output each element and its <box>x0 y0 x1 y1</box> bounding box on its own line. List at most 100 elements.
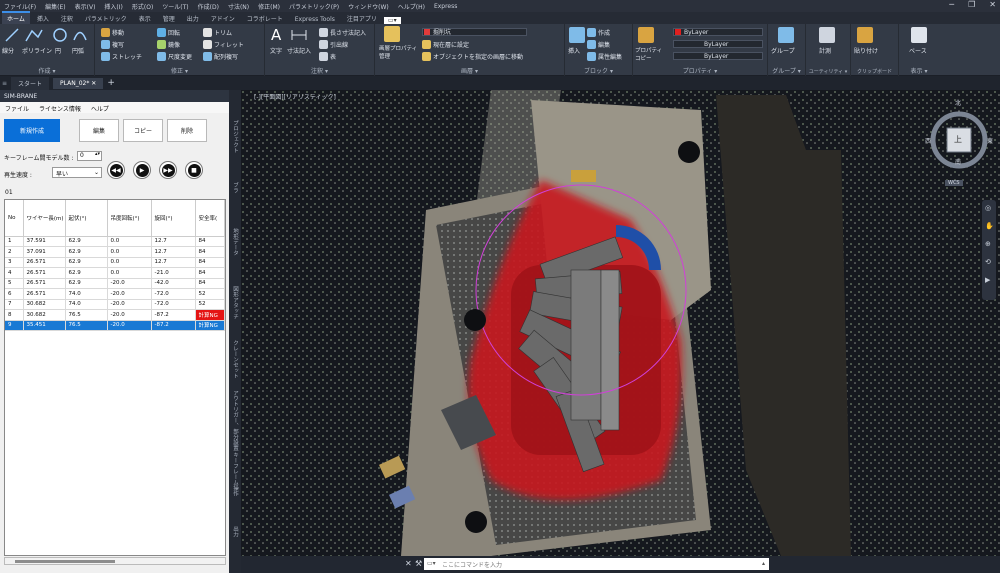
showmotion-icon[interactable]: ▶ <box>985 276 990 284</box>
table-cell[interactable]: 62.9 <box>65 278 108 289</box>
circle-icon[interactable] <box>52 27 68 43</box>
set-current-button[interactable]: 現在層に設定 <box>422 40 469 49</box>
table-cell[interactable]: 9 <box>5 320 24 331</box>
color-dropdown[interactable]: ByLayer <box>673 28 763 36</box>
wcs-menu[interactable]: WCS <box>945 180 963 186</box>
table-cell[interactable]: 4 <box>5 267 24 279</box>
palette-tab-attach[interactable]: 図形アタッチ <box>231 286 239 319</box>
polyline-button[interactable]: ポリライン <box>22 46 52 55</box>
dimension-button[interactable]: 寸法記入 <box>287 46 311 55</box>
grid-scrollbar[interactable] <box>4 557 226 565</box>
mirror-button[interactable]: 鏡像 <box>157 40 180 49</box>
palette-tab-output[interactable]: 出力 <box>231 526 239 537</box>
new-button[interactable]: 新規作成 <box>4 119 60 142</box>
table-cell[interactable]: 52 <box>195 288 225 300</box>
cube-south[interactable]: 南 <box>955 157 961 166</box>
col-safety[interactable]: 安全率( <box>195 200 225 237</box>
keyframe-stepper[interactable]: 0 ▴▾ <box>77 151 102 161</box>
table-cell[interactable]: 3 <box>5 257 24 268</box>
polyline-icon[interactable] <box>24 27 44 43</box>
col-wire[interactable]: ワイヤー長(m) <box>23 200 66 237</box>
orbit-icon[interactable]: ⟲ <box>985 258 991 266</box>
layer-properties-button[interactable]: 画層プロパティ管理 <box>379 44 419 60</box>
table-cell[interactable]: 12.7 <box>151 236 196 247</box>
menu-view[interactable]: 表示(V) <box>75 2 96 11</box>
tab-view[interactable]: 表示 <box>134 13 156 24</box>
view-cube[interactable]: 上 北 南 東 西 WCS <box>925 100 997 190</box>
restore-icon[interactable]: ❐ <box>968 0 975 9</box>
table-cell[interactable]: -87.2 <box>151 309 196 321</box>
command-expand-icon[interactable]: ▴ <box>762 560 765 567</box>
rewind-button[interactable]: ◀◀ <box>107 161 125 179</box>
stop-button[interactable]: ■ <box>185 161 203 179</box>
text-icon[interactable]: A <box>271 26 281 44</box>
table-cell[interactable]: 76.5 <box>65 320 108 331</box>
table-cell[interactable]: 30.682 <box>23 309 66 321</box>
tab-plan-02[interactable]: PLAN_02* ✕ <box>53 77 104 89</box>
panel-groups-label[interactable]: グループ ▾ <box>768 66 805 75</box>
paste-icon[interactable] <box>857 27 873 43</box>
layer-properties-icon[interactable] <box>384 26 400 42</box>
tab-insert[interactable]: 挿入 <box>32 13 54 24</box>
edit-button[interactable]: 編集 <box>79 119 119 142</box>
linear-dim-button[interactable]: 長さ寸法記入 <box>319 28 366 37</box>
table-cell[interactable]: 7 <box>5 299 24 310</box>
table-cell[interactable]: 62.9 <box>65 236 108 247</box>
base-view-button[interactable]: ベース <box>909 46 927 55</box>
base-view-icon[interactable] <box>911 27 927 43</box>
group-button[interactable]: グループ <box>771 46 795 55</box>
panel-modify-label[interactable]: 修正 ▾ <box>95 66 264 75</box>
table-cell[interactable]: 6 <box>5 288 24 300</box>
menu-help[interactable]: ヘルプ(H) <box>398 2 425 11</box>
trim-button[interactable]: トリム <box>203 28 232 37</box>
table-cell[interactable]: 0.0 <box>107 246 152 258</box>
arc-button[interactable]: 円弧 <box>72 46 84 55</box>
array-button[interactable]: 配列複写 <box>203 52 238 61</box>
menu-dimension[interactable]: 寸法(N) <box>228 2 249 11</box>
line-icon[interactable] <box>4 27 20 43</box>
table-cell[interactable]: 37.091 <box>23 246 66 258</box>
rotate-button[interactable]: 回転 <box>157 28 180 37</box>
table-cell[interactable]: -20.0 <box>107 299 152 310</box>
table-row[interactable]: 2 37.091 62.9 0.0 12.7 84 <box>5 246 225 258</box>
match-properties-icon[interactable] <box>638 27 654 43</box>
table-row[interactable]: 6 26.571 74.0 -20.0 -72.0 52 <box>5 288 225 300</box>
steering-wheel-icon[interactable]: ◎ <box>985 204 991 212</box>
cube-west[interactable]: 西 <box>925 136 931 145</box>
panel-block-label[interactable]: ブロック ▾ <box>565 66 632 75</box>
palette-tab-bra[interactable]: ブラ <box>231 182 239 193</box>
insert-block-button[interactable]: 挿入 <box>568 46 580 55</box>
sim-menu-file[interactable]: ファイル <box>5 104 29 113</box>
copy-button[interactable]: 複写 <box>101 40 124 49</box>
table-cell[interactable]: 37.591 <box>23 236 66 247</box>
add-tab-button[interactable]: + <box>107 78 115 88</box>
close-command-icon[interactable]: ✕ <box>405 559 412 568</box>
table-cell[interactable]: 5 <box>5 278 24 289</box>
edit-attr-button[interactable]: 属性編集 <box>587 52 622 61</box>
table-cell[interactable]: -42.0 <box>151 278 196 289</box>
table-cell[interactable]: -87.2 <box>151 320 196 331</box>
table-cell[interactable]: 26.571 <box>23 288 66 300</box>
stepper-arrows-icon[interactable]: ▴▾ <box>95 151 100 157</box>
table-cell[interactable]: 74.0 <box>65 288 108 300</box>
create-block-button[interactable]: 作成 <box>587 28 610 37</box>
palette-tab-project[interactable]: プロジェクト <box>231 120 239 153</box>
menu-insert[interactable]: 挿入(I) <box>104 2 122 11</box>
table-cell[interactable]: 26.571 <box>23 267 66 279</box>
leader-button[interactable]: 引出線 <box>319 40 348 49</box>
table-cell[interactable]: 76.5 <box>65 309 108 321</box>
fast-forward-button[interactable]: ▶▶ <box>159 161 177 179</box>
menu-file[interactable]: ファイル(F) <box>4 2 36 11</box>
panel-properties-label[interactable]: プロパティ ▾ <box>633 66 767 75</box>
table-cell[interactable]: 計算NG <box>195 320 225 331</box>
menu-grid-icon[interactable]: ≡ <box>2 80 7 87</box>
cube-east[interactable]: 東 <box>987 136 993 145</box>
dimension-icon[interactable] <box>291 28 307 42</box>
table-cell[interactable]: 62.9 <box>65 257 108 268</box>
model-viewport[interactable]: [-][平面図][リアリスティック] 上 北 南 東 西 WCS ◎ ✋ ⊕ ⟲… <box>241 90 1000 556</box>
panel-annotation-label[interactable]: 注釈 ▾ <box>265 66 374 75</box>
table-cell[interactable]: -20.0 <box>107 320 152 331</box>
lineweight-dropdown[interactable]: ByLayer <box>673 52 763 60</box>
table-cell[interactable]: 62.9 <box>65 246 108 258</box>
minimize-icon[interactable]: ─ <box>949 0 954 9</box>
